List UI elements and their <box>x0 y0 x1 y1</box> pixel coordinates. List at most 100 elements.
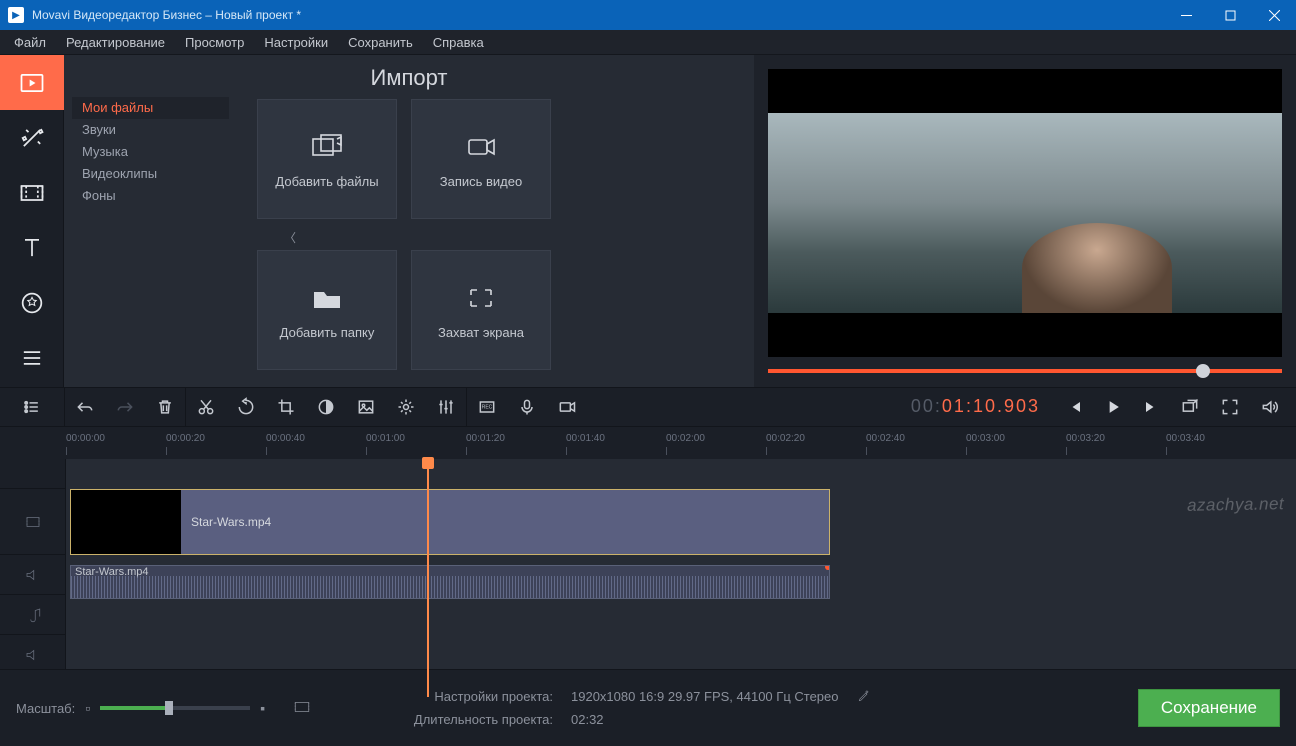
mic-button[interactable] <box>507 387 547 427</box>
tool-stickers[interactable] <box>0 275 64 330</box>
collapse-sidebar-icon[interactable]: 〈 <box>284 229 296 246</box>
timeline-ruler[interactable]: 00:00:0000:00:2000:00:4000:01:0000:01:20… <box>0 427 1296 459</box>
screen-capture-icon <box>463 281 499 315</box>
redo-button[interactable] <box>105 387 145 427</box>
ruler-tick: 00:03:40 <box>1166 433 1205 444</box>
play-button[interactable] <box>1094 387 1132 427</box>
audio-track-header[interactable] <box>0 555 65 595</box>
image-button[interactable] <box>346 387 386 427</box>
ruler-tick: 00:02:00 <box>666 433 705 444</box>
clip-filename: Star-Wars.mp4 <box>181 515 271 529</box>
project-duration-value: 02:32 <box>571 712 604 727</box>
ruler-tick: 00:01:20 <box>466 433 505 444</box>
card-label: Захват экрана <box>438 325 524 340</box>
ruler-tick: 00:00:40 <box>266 433 305 444</box>
svg-text:REC: REC <box>482 405 493 411</box>
editor-toolbar: REC 00:01:10.903 <box>0 387 1296 427</box>
edit-settings-icon[interactable] <box>857 689 871 706</box>
playhead[interactable] <box>427 459 429 697</box>
ruler-tick: 00:00:20 <box>166 433 205 444</box>
ruler-tick: 00:00:00 <box>66 433 105 444</box>
preview-progress-bar[interactable] <box>768 369 1282 373</box>
timeline-menu-button[interactable] <box>12 387 52 427</box>
tool-import[interactable] <box>0 55 64 110</box>
cat-backgrounds[interactable]: Фоны <box>82 185 229 207</box>
zoom-slider[interactable] <box>100 706 250 710</box>
video-preview[interactable] <box>768 69 1282 357</box>
prev-frame-button[interactable] <box>1056 387 1094 427</box>
cat-videoclips[interactable]: Видеоклипы <box>82 163 229 185</box>
menu-save[interactable]: Сохранить <box>348 35 413 50</box>
video-clip[interactable]: Star-Wars.mp4 <box>70 489 830 555</box>
minimize-button[interactable] <box>1164 0 1208 30</box>
close-button[interactable] <box>1252 0 1296 30</box>
import-title: Импорт <box>64 65 754 91</box>
clip-thumbnail <box>71 490 181 554</box>
media-files-icon <box>309 130 345 164</box>
maximize-button[interactable] <box>1208 0 1252 30</box>
card-label: Запись видео <box>440 174 522 189</box>
status-bar: Масштаб: ▫ ▪ Настройки проекта: 1920x108… <box>0 669 1296 746</box>
import-categories: Мои файлы Звуки Музыка Видеоклипы Фоны <box>64 55 229 387</box>
project-settings-value: 1920x1080 16:9 29.97 FPS, 44100 Гц Стере… <box>571 689 839 706</box>
rotate-button[interactable] <box>226 387 266 427</box>
zoom-out-icon[interactable]: ▫ <box>85 700 90 716</box>
tracks-area: Star-Wars.mp4 Star-Wars.mp4 <box>0 459 1296 669</box>
app-logo-icon: ▶ <box>8 7 24 23</box>
cat-music[interactable]: Музыка <box>82 141 229 163</box>
window-title: Movavi Видеоредактор Бизнес – Новый прое… <box>32 8 301 22</box>
card-screen-capture[interactable]: Захват экрана <box>411 250 551 370</box>
delete-button[interactable] <box>145 387 185 427</box>
clip-end-handle[interactable] <box>825 565 830 570</box>
watermark-text: azachya.net <box>1187 494 1285 516</box>
volume-button[interactable] <box>1250 387 1290 427</box>
ruler-tick: 00:02:40 <box>866 433 905 444</box>
card-label: Добавить файлы <box>275 174 378 189</box>
equalizer-button[interactable] <box>426 387 466 427</box>
cat-my-files[interactable]: Мои файлы <box>72 97 229 119</box>
webcam-button[interactable] <box>547 387 587 427</box>
audio-clip[interactable]: Star-Wars.mp4 <box>70 565 830 599</box>
fullscreen-button[interactable] <box>1210 387 1250 427</box>
track-headers <box>0 459 66 669</box>
menu-file[interactable]: Файл <box>14 35 46 50</box>
timecode-display: 00:01:10.903 <box>895 396 1056 418</box>
zoom-in-icon[interactable]: ▪ <box>260 700 265 716</box>
cat-sounds[interactable]: Звуки <box>82 119 229 141</box>
tool-filters[interactable] <box>0 110 64 165</box>
ruler-tick: 00:01:40 <box>566 433 605 444</box>
card-label: Добавить папку <box>280 325 375 340</box>
tool-more[interactable] <box>0 330 64 385</box>
menu-view[interactable]: Просмотр <box>185 35 244 50</box>
tool-titles[interactable] <box>0 220 64 275</box>
menu-settings[interactable]: Настройки <box>264 35 328 50</box>
tool-sidebar <box>0 55 64 387</box>
ruler-tick: 00:03:00 <box>966 433 1005 444</box>
menu-help[interactable]: Справка <box>433 35 484 50</box>
card-record-video[interactable]: Запись видео <box>411 99 551 219</box>
import-panel: Импорт Мои файлы Звуки Музыка Видеоклипы… <box>64 55 754 387</box>
detach-preview-button[interactable] <box>1170 387 1210 427</box>
video-track-header[interactable] <box>0 489 65 555</box>
project-duration-label: Длительность проекта: <box>388 712 553 727</box>
fit-timeline-icon[interactable] <box>293 700 311 717</box>
export-button[interactable]: Сохранение <box>1138 689 1280 727</box>
tool-transitions[interactable] <box>0 165 64 220</box>
menu-bar: Файл Редактирование Просмотр Настройки С… <box>0 30 1296 55</box>
undo-button[interactable] <box>65 387 105 427</box>
music-track-header[interactable] <box>0 595 65 635</box>
card-add-folder[interactable]: Добавить папку <box>257 250 397 370</box>
color-button[interactable] <box>306 387 346 427</box>
project-settings-label: Настройки проекта: <box>388 689 553 706</box>
folder-icon <box>309 281 345 315</box>
clip-properties-button[interactable] <box>386 387 426 427</box>
record-button[interactable]: REC <box>467 387 507 427</box>
zoom-label: Масштаб: <box>16 701 75 716</box>
card-add-files[interactable]: Добавить файлы <box>257 99 397 219</box>
crop-button[interactable] <box>266 387 306 427</box>
camera-icon <box>463 130 499 164</box>
menu-edit[interactable]: Редактирование <box>66 35 165 50</box>
progress-knob[interactable] <box>1196 364 1210 378</box>
next-frame-button[interactable] <box>1132 387 1170 427</box>
cut-button[interactable] <box>186 387 226 427</box>
